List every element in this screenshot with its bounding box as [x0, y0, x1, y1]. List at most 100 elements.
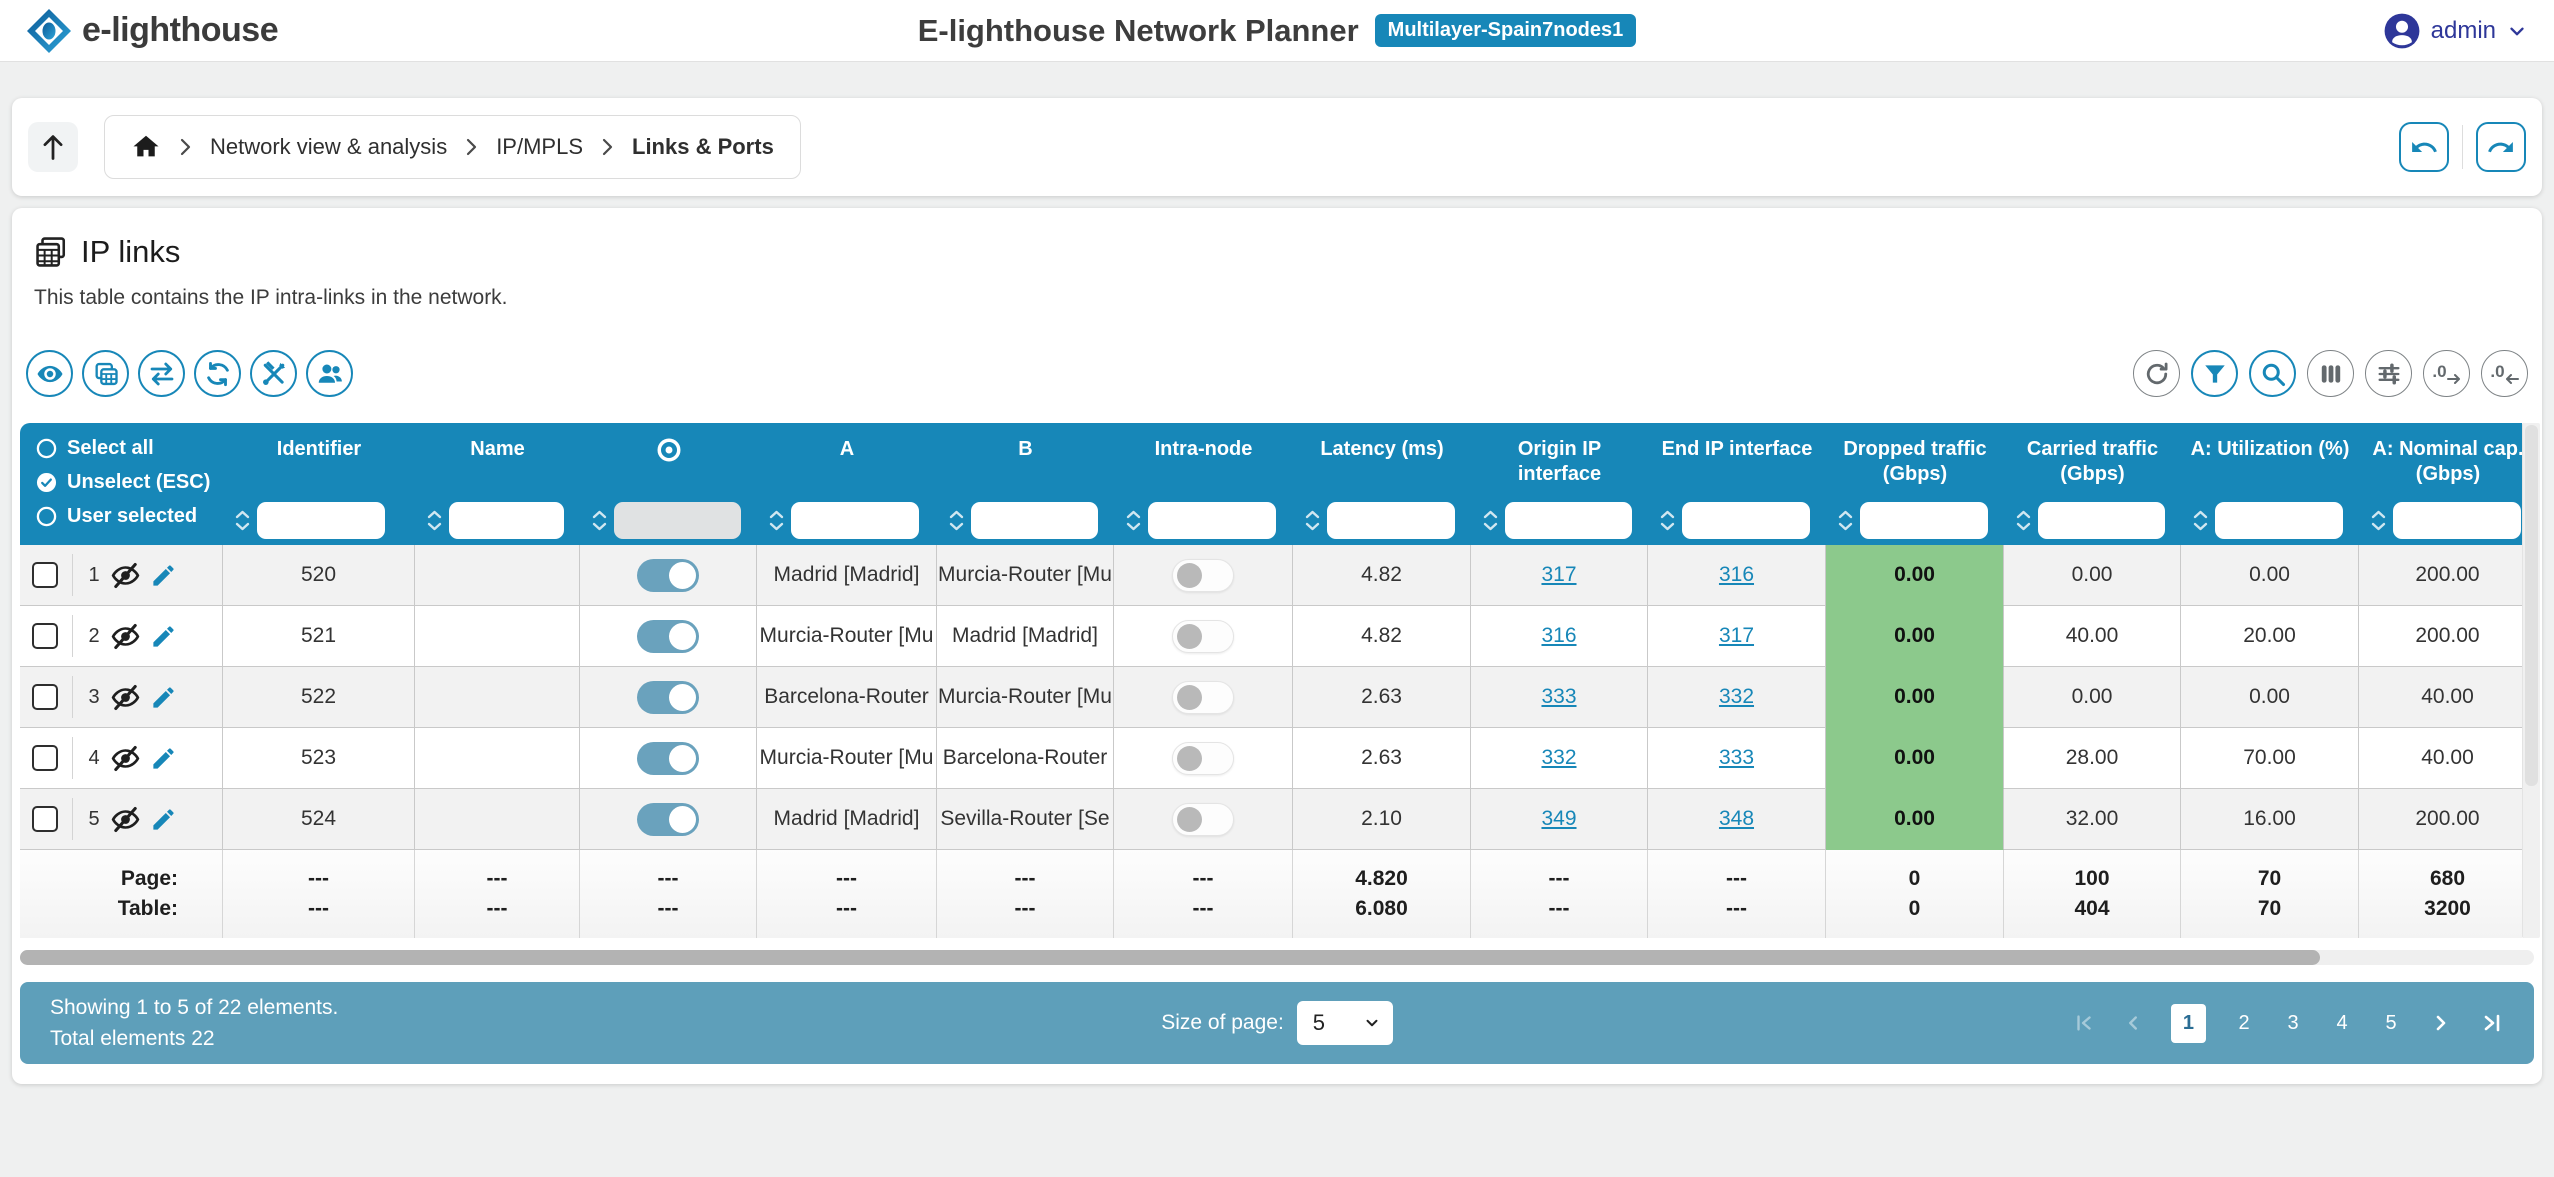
edit-pencil-icon[interactable]	[150, 684, 177, 711]
sort-control[interactable]	[2371, 510, 2386, 531]
filter-input-util[interactable]	[2215, 502, 2343, 539]
column-header-origin[interactable]: Origin IP interface	[1471, 423, 1648, 545]
page-size-select[interactable]: 5	[1297, 1001, 1393, 1045]
first-page-button[interactable]	[2073, 1012, 2095, 1034]
visible-toggle[interactable]	[637, 681, 699, 714]
filter-input-latency[interactable]	[1327, 502, 1455, 539]
tools-button[interactable]	[250, 350, 297, 397]
search-button[interactable]	[2249, 350, 2296, 397]
filter-input-identifier[interactable]	[257, 502, 385, 539]
intra-node-toggle[interactable]	[1172, 620, 1234, 653]
page-number-3[interactable]: 3	[2282, 1012, 2304, 1035]
select-all-option[interactable]: Select all	[36, 437, 223, 460]
column-header-intra[interactable]: Intra-node	[1114, 423, 1293, 545]
users-button[interactable]	[306, 350, 353, 397]
filter-input-origin[interactable]	[1505, 502, 1632, 539]
column-header-a[interactable]: A	[757, 423, 937, 545]
hide-row-eye-off-icon[interactable]	[110, 621, 141, 652]
undo-button[interactable]	[2399, 122, 2449, 172]
end-ip-link[interactable]: 332	[1719, 685, 1754, 709]
next-page-button[interactable]	[2429, 1011, 2453, 1035]
user-selected-option[interactable]: User selected	[36, 505, 223, 528]
end-ip-link[interactable]: 348	[1719, 807, 1754, 831]
previous-page-button[interactable]	[2122, 1012, 2144, 1034]
sort-control[interactable]	[592, 510, 607, 531]
unselect-option[interactable]: Unselect (ESC)	[36, 471, 223, 494]
intra-node-toggle[interactable]	[1172, 742, 1234, 775]
page-number-1[interactable]: 1	[2171, 1004, 2206, 1043]
origin-ip-link[interactable]: 317	[1541, 563, 1576, 587]
column-header-identifier[interactable]: Identifier	[223, 423, 415, 545]
hide-row-eye-off-icon[interactable]	[110, 560, 141, 591]
column-header-carried[interactable]: Carried traffic (Gbps)	[2004, 423, 2181, 545]
sort-control[interactable]	[1838, 510, 1853, 531]
last-page-button[interactable]	[2480, 1011, 2504, 1035]
hide-row-eye-off-icon[interactable]	[110, 804, 141, 835]
brand-logo[interactable]: e-lighthouse	[26, 8, 278, 54]
filter-input-visible[interactable]	[614, 502, 741, 539]
end-ip-link[interactable]: 316	[1719, 563, 1754, 587]
intra-node-toggle[interactable]	[1172, 681, 1234, 714]
recompute-button[interactable]	[194, 350, 241, 397]
sort-control[interactable]	[1126, 510, 1141, 531]
visible-toggle[interactable]	[637, 742, 699, 775]
sort-control[interactable]	[1305, 510, 1320, 531]
filter-input-b[interactable]	[971, 502, 1098, 539]
filter-input-dropped[interactable]	[1860, 502, 1988, 539]
sort-control[interactable]	[2016, 510, 2031, 531]
column-header-util[interactable]: A: Utilization (%)	[2181, 423, 2359, 545]
sort-control[interactable]	[2193, 510, 2208, 531]
intra-node-toggle[interactable]	[1172, 803, 1234, 836]
origin-ip-link[interactable]: 316	[1541, 624, 1576, 648]
filter-input-a[interactable]	[791, 502, 919, 539]
row-checkbox[interactable]	[32, 562, 58, 588]
end-ip-link[interactable]: 317	[1719, 624, 1754, 648]
filter-input-intra[interactable]	[1148, 502, 1276, 539]
edit-pencil-icon[interactable]	[150, 745, 177, 772]
column-header-dropped[interactable]: Dropped traffic (Gbps)	[1826, 423, 2004, 545]
visible-toggle[interactable]	[637, 803, 699, 836]
breadcrumb-item[interactable]: Links & Ports	[632, 134, 774, 160]
column-header-b[interactable]: B	[937, 423, 1114, 545]
subtables-button[interactable]	[82, 350, 129, 397]
show-selected-button[interactable]	[26, 350, 73, 397]
page-number-5[interactable]: 5	[2380, 1012, 2402, 1035]
hide-row-eye-off-icon[interactable]	[110, 682, 141, 713]
hide-row-eye-off-icon[interactable]	[110, 743, 141, 774]
filter-button[interactable]	[2191, 350, 2238, 397]
breadcrumb-item[interactable]: Network view & analysis	[210, 134, 447, 160]
sort-control[interactable]	[235, 510, 250, 531]
table-settings-button[interactable]	[2365, 350, 2412, 397]
decimal-decrease-button[interactable]: .0	[2481, 350, 2528, 397]
edit-pencil-icon[interactable]	[150, 562, 177, 589]
origin-ip-link[interactable]: 349	[1541, 807, 1576, 831]
scrollbar-thumb[interactable]	[20, 950, 2320, 965]
row-checkbox[interactable]	[32, 684, 58, 710]
design-badge[interactable]: Multilayer-Spain7nodes1	[1375, 14, 1637, 47]
intra-node-toggle[interactable]	[1172, 559, 1234, 592]
filter-input-name[interactable]	[449, 502, 564, 539]
page-number-4[interactable]: 4	[2331, 1012, 2353, 1035]
column-header-latency[interactable]: Latency (ms)	[1293, 423, 1471, 545]
columns-button[interactable]	[2307, 350, 2354, 397]
horizontal-scrollbar[interactable]	[20, 950, 2534, 965]
column-header-name[interactable]: Name	[415, 423, 580, 545]
swap-button[interactable]	[138, 350, 185, 397]
filter-input-nominal[interactable]	[2393, 502, 2521, 539]
row-checkbox[interactable]	[32, 806, 58, 832]
filter-input-carried[interactable]	[2038, 502, 2165, 539]
column-header-nominal[interactable]: A: Nominal cap. (Gbps)	[2359, 423, 2522, 545]
navigate-up-button[interactable]	[28, 122, 78, 172]
refresh-button[interactable]	[2133, 350, 2180, 397]
home-icon[interactable]	[131, 132, 161, 162]
end-ip-link[interactable]: 333	[1719, 746, 1754, 770]
edit-pencil-icon[interactable]	[150, 623, 177, 650]
user-menu[interactable]: admin	[2383, 12, 2528, 50]
visible-toggle[interactable]	[637, 620, 699, 653]
redo-button[interactable]	[2476, 122, 2526, 172]
column-header-visible[interactable]	[580, 423, 757, 545]
sort-control[interactable]	[769, 510, 784, 531]
row-checkbox[interactable]	[32, 623, 58, 649]
origin-ip-link[interactable]: 332	[1541, 746, 1576, 770]
page-number-2[interactable]: 2	[2233, 1012, 2255, 1035]
